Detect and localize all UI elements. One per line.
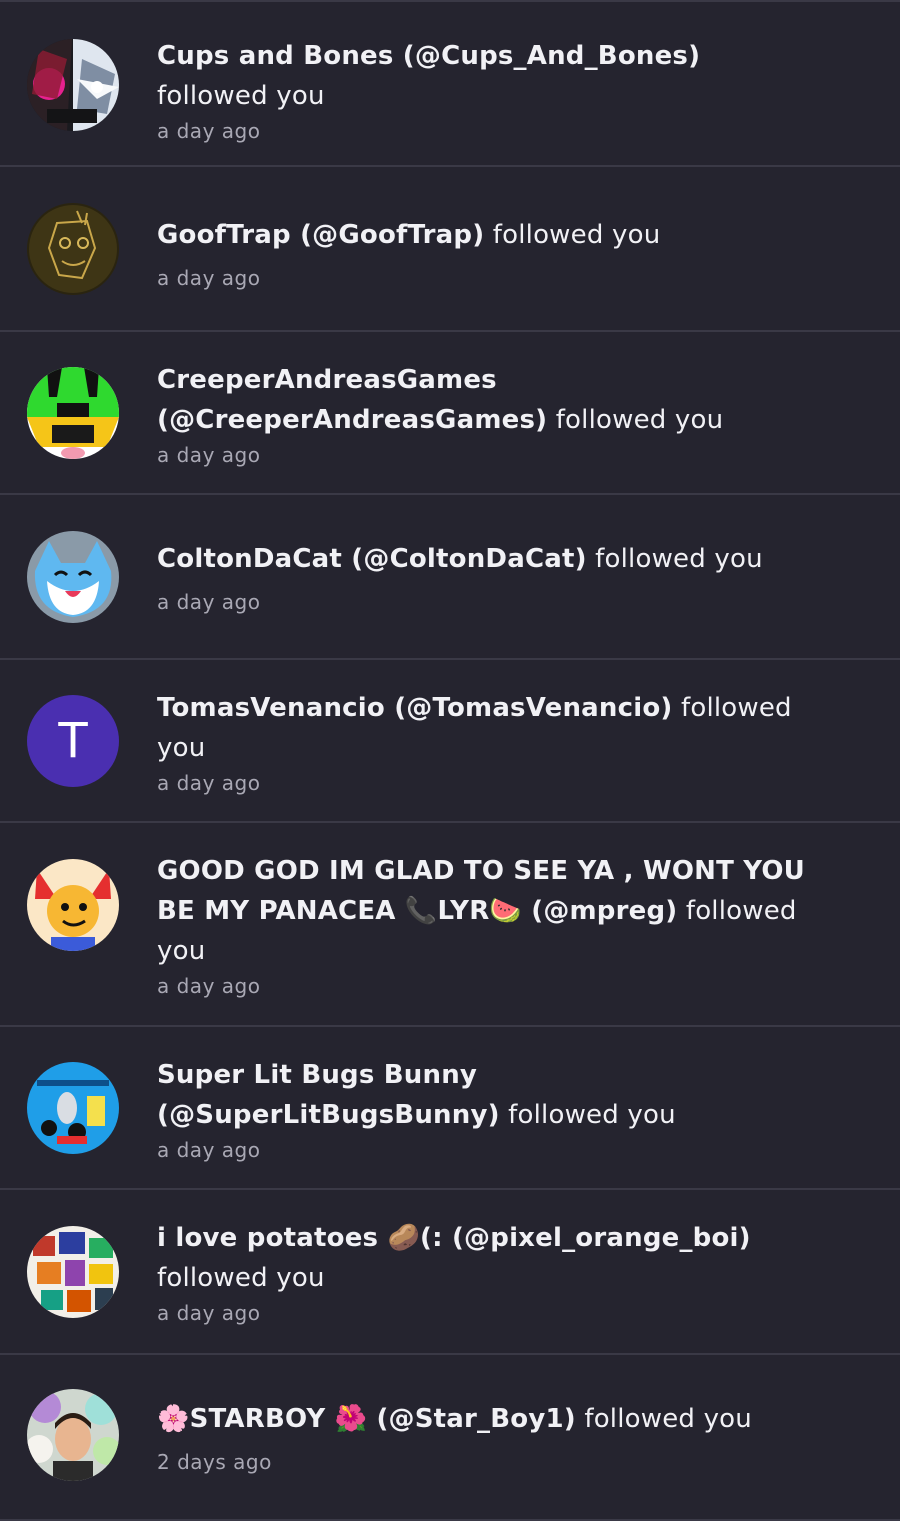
follower-name[interactable]: TomasVenancio (@TomasVenancio) bbox=[157, 693, 673, 723]
notification-row[interactable]: GOOD GOD IM GLAD TO SEE YA , WONT YOU BE… bbox=[0, 823, 900, 1027]
notification-message: i love potatoes 🥔(: (@pixel_orange_boi) … bbox=[157, 1218, 817, 1298]
timestamp: a day ago bbox=[157, 974, 261, 998]
follow-action-text: followed you bbox=[157, 1263, 325, 1293]
notification-content: 🌸STARBOY 🌺 (@Star_Boy1) followed you 2 d… bbox=[157, 1399, 817, 1475]
follow-action-text: followed you bbox=[157, 81, 325, 111]
avatar-image bbox=[27, 1389, 119, 1481]
notification-content: Super Lit Bugs Bunny (@SuperLitBugsBunny… bbox=[157, 1055, 817, 1163]
user-avatar[interactable] bbox=[27, 531, 119, 623]
timestamp: a day ago bbox=[157, 1138, 261, 1162]
notification-message: TomasVenancio (@TomasVenancio) followed … bbox=[157, 688, 817, 768]
user-avatar[interactable] bbox=[27, 1226, 119, 1318]
notification-content: CreeperAndreasGames (@CreeperAndreasGame… bbox=[157, 360, 817, 468]
notification-row[interactable]: CreeperAndreasGames (@CreeperAndreasGame… bbox=[0, 332, 900, 495]
notification-message: GOOD GOD IM GLAD TO SEE YA , WONT YOU BE… bbox=[157, 851, 817, 971]
timestamp: a day ago bbox=[157, 590, 261, 614]
follow-action-text: followed you bbox=[584, 1404, 752, 1434]
notification-message: CreeperAndreasGames (@CreeperAndreasGame… bbox=[157, 360, 817, 440]
notification-row[interactable]: T TomasVenancio (@TomasVenancio) followe… bbox=[0, 660, 900, 823]
follow-action-text: followed you bbox=[492, 220, 661, 250]
user-avatar[interactable]: T bbox=[27, 695, 119, 787]
notification-message: 🌸STARBOY 🌺 (@Star_Boy1) followed you bbox=[157, 1399, 817, 1439]
notification-message: Super Lit Bugs Bunny (@SuperLitBugsBunny… bbox=[157, 1055, 817, 1135]
follower-name[interactable]: 🌸STARBOY 🌺 (@Star_Boy1) bbox=[157, 1404, 576, 1434]
notification-row[interactable]: i love potatoes 🥔(: (@pixel_orange_boi) … bbox=[0, 1190, 900, 1355]
timestamp: a day ago bbox=[157, 1301, 261, 1325]
timestamp: 2 days ago bbox=[157, 1450, 272, 1474]
follower-name[interactable]: i love potatoes 🥔(: (@pixel_orange_boi) bbox=[157, 1223, 751, 1253]
avatar-image bbox=[27, 39, 119, 131]
notification-message: ColtonDaCat (@ColtonDaCat) followed you bbox=[157, 539, 817, 579]
notification-content: ColtonDaCat (@ColtonDaCat) followed you … bbox=[157, 539, 817, 615]
notification-row[interactable]: Super Lit Bugs Bunny (@SuperLitBugsBunny… bbox=[0, 1027, 900, 1190]
follow-action-text: followed you bbox=[508, 1100, 676, 1130]
notification-message: Cups and Bones (@Cups_And_Bones) followe… bbox=[157, 36, 817, 116]
notification-message: GoofTrap (@GoofTrap) followed you bbox=[157, 215, 817, 255]
notification-feed: Cups and Bones (@Cups_And_Bones) followe… bbox=[0, 0, 900, 1521]
timestamp: a day ago bbox=[157, 266, 261, 290]
notification-content: GOOD GOD IM GLAD TO SEE YA , WONT YOU BE… bbox=[157, 851, 817, 999]
user-avatar[interactable] bbox=[27, 859, 119, 951]
avatar-image bbox=[27, 859, 119, 951]
avatar-image bbox=[27, 203, 119, 295]
avatar-image bbox=[27, 1062, 119, 1154]
timestamp: a day ago bbox=[157, 771, 261, 795]
user-avatar[interactable] bbox=[27, 1062, 119, 1154]
follow-action-text: followed you bbox=[595, 544, 763, 574]
avatar-image bbox=[27, 1226, 119, 1318]
user-avatar[interactable] bbox=[27, 367, 119, 459]
notification-row[interactable]: GoofTrap (@GoofTrap) followed you a day … bbox=[0, 167, 900, 332]
follow-action-text: followed you bbox=[555, 405, 724, 435]
notification-row[interactable]: 🌸STARBOY 🌺 (@Star_Boy1) followed you 2 d… bbox=[0, 1355, 900, 1521]
notification-content: TomasVenancio (@TomasVenancio) followed … bbox=[157, 688, 817, 796]
avatar-image bbox=[27, 367, 119, 459]
follower-name[interactable]: Super Lit Bugs Bunny (@SuperLitBugsBunny… bbox=[157, 1060, 500, 1130]
notification-row[interactable]: Cups and Bones (@Cups_And_Bones) followe… bbox=[0, 2, 900, 167]
user-avatar[interactable] bbox=[27, 1389, 119, 1481]
follower-name[interactable]: GoofTrap (@GoofTrap) bbox=[157, 220, 484, 250]
timestamp: a day ago bbox=[157, 119, 261, 143]
notification-content: GoofTrap (@GoofTrap) followed you a day … bbox=[157, 215, 817, 291]
user-avatar[interactable] bbox=[27, 39, 119, 131]
avatar-letter: T bbox=[58, 713, 88, 769]
follower-name[interactable]: ColtonDaCat (@ColtonDaCat) bbox=[157, 544, 587, 574]
follower-name[interactable]: CreeperAndreasGames (@CreeperAndreasGame… bbox=[157, 365, 547, 435]
timestamp: a day ago bbox=[157, 443, 261, 467]
notification-content: i love potatoes 🥔(: (@pixel_orange_boi) … bbox=[157, 1218, 817, 1326]
avatar-image bbox=[27, 531, 119, 623]
user-avatar[interactable] bbox=[27, 203, 119, 295]
notification-row[interactable]: ColtonDaCat (@ColtonDaCat) followed you … bbox=[0, 495, 900, 660]
notification-content: Cups and Bones (@Cups_And_Bones) followe… bbox=[157, 36, 817, 144]
follower-name[interactable]: Cups and Bones (@Cups_And_Bones) bbox=[157, 41, 700, 71]
